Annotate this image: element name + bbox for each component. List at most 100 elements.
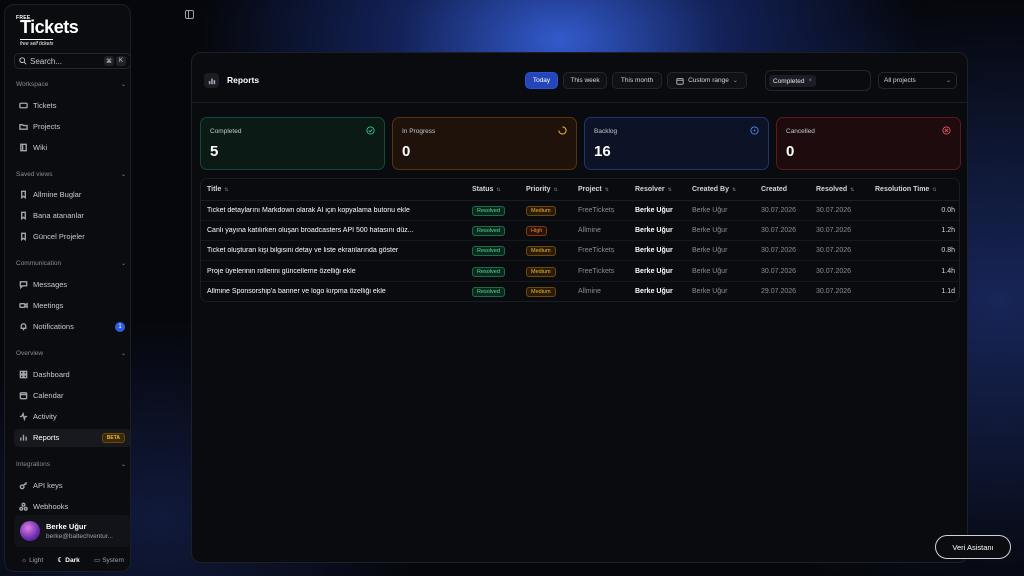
column-label: Priority	[526, 186, 551, 193]
logo-tagline: free self tickets	[20, 39, 54, 47]
sidebar-item-messages[interactable]: Messages	[14, 275, 130, 293]
search-placeholder: Search...	[30, 56, 63, 66]
range-month-button[interactable]: This month	[612, 72, 662, 89]
resolver-cell: Berke Uğur	[635, 247, 673, 255]
chart-icon	[204, 73, 219, 88]
sidebar-item-label: Calendar	[33, 390, 64, 400]
moon-icon: ☾	[57, 557, 64, 564]
chevron-down-icon: ⌄	[120, 81, 126, 88]
column-label: Created	[761, 186, 788, 193]
x-circle-icon	[942, 126, 951, 135]
beta-badge: BETA	[101, 432, 125, 443]
sort-icon: ⇅	[932, 187, 937, 193]
theme-dark-button[interactable]: ☾ Dark	[57, 556, 79, 565]
sidebar-item-meetings[interactable]: Meetings	[14, 296, 130, 314]
sidebar-item-label: Allmine Buglar	[33, 189, 82, 199]
column-status[interactable]: Status ⇅	[472, 186, 501, 193]
sort-icon: ⇅	[553, 187, 558, 193]
table-row[interactable]: Allmine Sponsorship'a banner ve logo kır…	[201, 282, 959, 302]
status-filter[interactable]: Completed ×	[765, 70, 871, 91]
sort-icon: ⇅	[850, 187, 855, 193]
reports-table: Title ⇅ Status ⇅ Priority ⇅ Project ⇅ Resolv…	[200, 178, 960, 302]
card-value: 16	[594, 143, 611, 160]
chevron-down-icon: ⌄	[945, 78, 951, 84]
bell-icon	[20, 323, 27, 331]
sidebar-section-integrations[interactable]: Integrations ⌄	[16, 458, 126, 470]
sidebar-item-tickets[interactable]: Tickets	[14, 96, 130, 114]
table-row[interactable]: Proje üyelerinin rollerini güncelleme öz…	[201, 262, 959, 282]
column-created[interactable]: Created	[761, 186, 787, 193]
completed-card: Completed 5	[200, 117, 385, 170]
resolver-cell: Berke Uğur	[635, 227, 673, 235]
column-priority[interactable]: Priority ⇅	[526, 186, 558, 193]
range-week-button[interactable]: This week	[563, 72, 607, 89]
sidebar-item-calendar[interactable]: Calendar	[14, 386, 130, 404]
created-by-cell: Berke Uğur	[692, 267, 728, 275]
app-logo[interactable]: FREE Tickets free self tickets	[16, 15, 86, 47]
resolved-date-cell: 30.07.2026	[816, 247, 852, 255]
sidebar-item-webhooks[interactable]: Webhooks	[14, 497, 130, 515]
sidebar-toggle-icon[interactable]	[185, 10, 194, 19]
table-row[interactable]: Ticket oluşturan kişi bilgisini detay ve…	[201, 241, 959, 262]
resolver-cell: Berke Uğur	[635, 287, 673, 295]
sidebar-item-reports[interactable]: Reports BETA	[14, 428, 130, 447]
search-input[interactable]: Search... ⌘ K	[14, 53, 130, 69]
theme-light-label: Light	[29, 556, 44, 564]
sidebar-section-communication[interactable]: Communication ⌄	[16, 257, 126, 269]
sidebar-item-bana-atananlar[interactable]: Bana atananlar	[14, 206, 130, 224]
custom-range-button[interactable]: Custom range ⌄	[667, 72, 747, 89]
table-row[interactable]: Canlı yayına katılırken oluşan broadcast…	[201, 221, 959, 242]
status-badge: Resolved	[472, 286, 505, 297]
data-assistant-label: Veri Asistanı	[952, 542, 994, 552]
logo-name: Tickets	[20, 17, 79, 37]
sidebar-item-label: API keys	[33, 480, 63, 490]
table-row[interactable]: Ticket detaylarını Markdown olarak AI iç…	[201, 201, 959, 221]
sidebar-item-allmine-buglar[interactable]: Allmine Buglar	[14, 185, 130, 203]
sidebar-item-label: Bana atananlar	[33, 210, 84, 220]
column-title[interactable]: Title ⇅	[207, 186, 228, 193]
chevron-down-icon: ⌄	[120, 260, 126, 267]
sidebar-item-güncel-projeler[interactable]: Güncel Projeler	[14, 228, 130, 246]
k-key: K	[116, 56, 126, 66]
column-resolver[interactable]: Resolver ⇅	[635, 186, 672, 193]
sidebar-item-activity[interactable]: Activity	[14, 408, 130, 426]
sort-icon: ⇅	[496, 187, 501, 193]
sidebar-item-dashboard[interactable]: Dashboard	[14, 365, 130, 383]
range-today-button[interactable]: Today	[525, 72, 558, 89]
project-select-value: All projects	[884, 77, 916, 84]
created-by-cell: Berke Uğur	[692, 287, 728, 295]
sidebar-section-workspace[interactable]: Workspace ⌄	[16, 78, 126, 90]
sort-icon: ⇅	[731, 187, 737, 193]
backlog-card: Backlog 16	[584, 117, 769, 170]
close-icon[interactable]: ×	[808, 78, 812, 84]
created-date-cell: 30.07.2026	[761, 267, 797, 275]
resolved-date-cell: 30.07.2026	[816, 267, 852, 275]
theme-light-button[interactable]: ☼ Light	[21, 557, 43, 564]
user-profile[interactable]: Berke Uğur berke@baltechventur...	[14, 515, 130, 547]
loader-icon	[558, 126, 567, 135]
priority-badge: Medium	[526, 246, 556, 257]
bookmark-icon	[21, 211, 26, 220]
column-resolution-time[interactable]: Resolution Time ⇅	[875, 186, 937, 193]
bookmark-icon	[21, 232, 26, 242]
card-label: Cancelled	[786, 128, 815, 135]
column-label: Resolution Time	[875, 186, 930, 193]
sidebar-item-projects[interactable]: Projects	[14, 117, 130, 135]
data-assistant-button[interactable]: Veri Asistanı	[935, 535, 1011, 559]
project-select[interactable]: All projects ⌄	[878, 72, 957, 89]
sidebar-item-api-keys[interactable]: API keys	[14, 476, 130, 494]
card-label: Completed	[210, 128, 242, 135]
sidebar-item-wiki[interactable]: Wiki	[14, 139, 130, 157]
search-icon	[19, 57, 27, 65]
grid-icon	[19, 370, 28, 378]
bookmark-icon	[21, 190, 26, 199]
column-created-by[interactable]: Created By ⇅	[692, 186, 736, 193]
column-project[interactable]: Project ⇅	[578, 186, 609, 193]
sidebar-section-overview[interactable]: Overview ⌄	[16, 347, 126, 359]
column-resolved[interactable]: Resolved ⇅	[816, 186, 854, 193]
sidebar-item-notifications[interactable]: Notifications 1	[14, 318, 130, 336]
sidebar-item-label: Webhooks	[33, 501, 69, 511]
theme-system-button[interactable]: ▭ System	[94, 556, 124, 565]
sidebar-section-saved-views[interactable]: Saved views ⌄	[16, 168, 126, 180]
resolution-time-cell: 1.2h	[941, 227, 955, 235]
